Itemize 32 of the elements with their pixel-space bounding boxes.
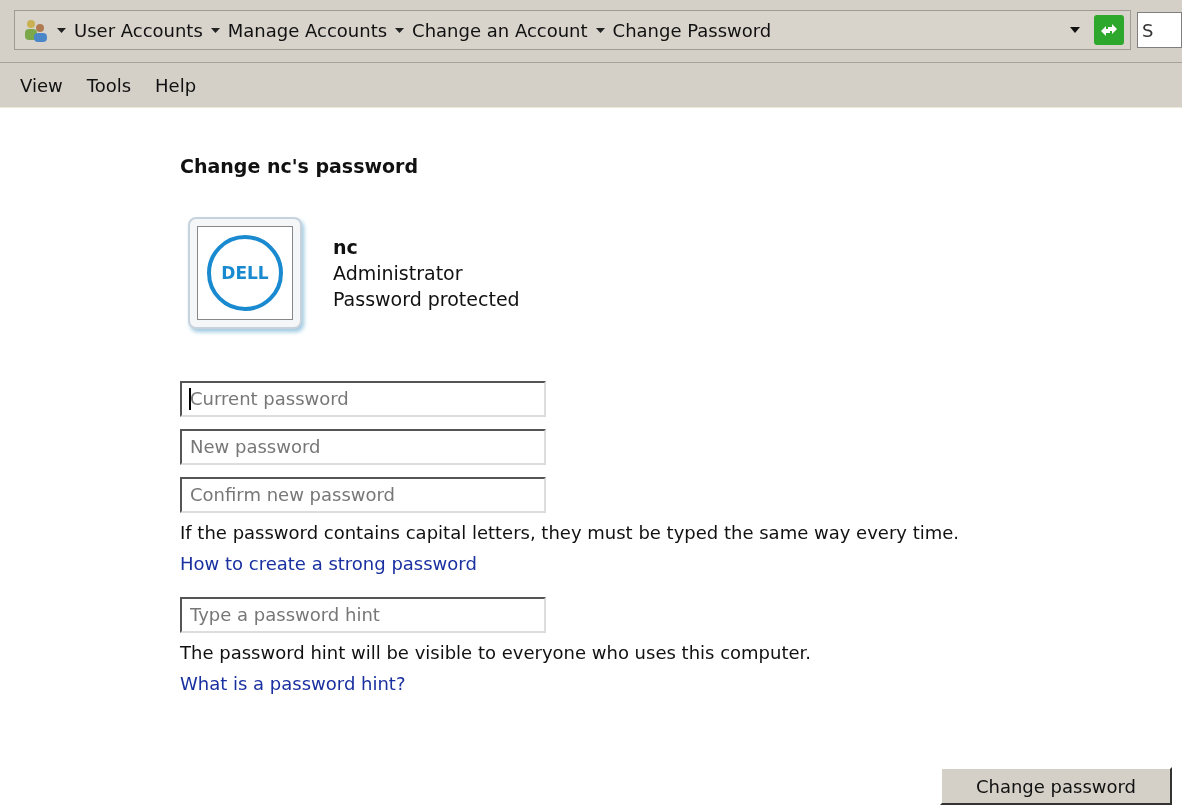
change-password-button[interactable]: Change password xyxy=(940,767,1172,805)
dropdown-arrow-icon[interactable] xyxy=(395,27,405,33)
password-hint-note: The password hint will be visible to everyone who uses this computer. xyxy=(180,640,813,665)
dropdown-arrow-icon[interactable] xyxy=(1070,27,1080,33)
menu-item[interactable]: Help xyxy=(155,71,197,99)
password-hint-link[interactable]: What is a password hint? xyxy=(180,672,406,694)
menu-item[interactable]: Tools xyxy=(86,71,132,99)
breadcrumb-item[interactable]: Manage Accounts xyxy=(227,16,388,44)
account-name: nc xyxy=(333,234,359,260)
dropdown-arrow-icon[interactable] xyxy=(595,27,605,33)
users-icon xyxy=(23,18,49,42)
account-status: Password protected xyxy=(333,286,520,312)
breadcrumb-item[interactable]: Change Password xyxy=(612,16,772,44)
password-field[interactable]: Current password xyxy=(180,380,546,417)
capital-letters-note: If the password contains capital letters, they must be typed the same way every time. xyxy=(180,520,961,545)
address-bar[interactable]: User Accounts Manage Accounts Change an Account Change Password xyxy=(14,10,1131,50)
breadcrumb-item[interactable]: Change an Account xyxy=(412,16,588,44)
account-type: Administrator xyxy=(333,260,464,286)
page-heading: Change nc's password xyxy=(180,154,420,179)
dropdown-arrow-icon[interactable] xyxy=(57,27,66,33)
refresh-icon xyxy=(1099,22,1119,38)
refresh-button[interactable] xyxy=(1094,15,1124,45)
strong-password-link[interactable]: How to create a strong password xyxy=(180,552,477,574)
dropdown-arrow-icon[interactable] xyxy=(210,27,220,33)
password-field[interactable]: New password xyxy=(180,428,546,465)
password-field[interactable]: Confirm new password xyxy=(180,476,546,513)
password-hint-field[interactable]: Type a password hint xyxy=(180,596,546,633)
dell-logo: DELL xyxy=(205,232,285,313)
search-placeholder: S xyxy=(1142,18,1154,43)
breadcrumb-item[interactable]: User Accounts xyxy=(74,16,203,44)
menu-item[interactable]: View xyxy=(20,71,63,99)
search-field[interactable]: S xyxy=(1137,12,1182,48)
